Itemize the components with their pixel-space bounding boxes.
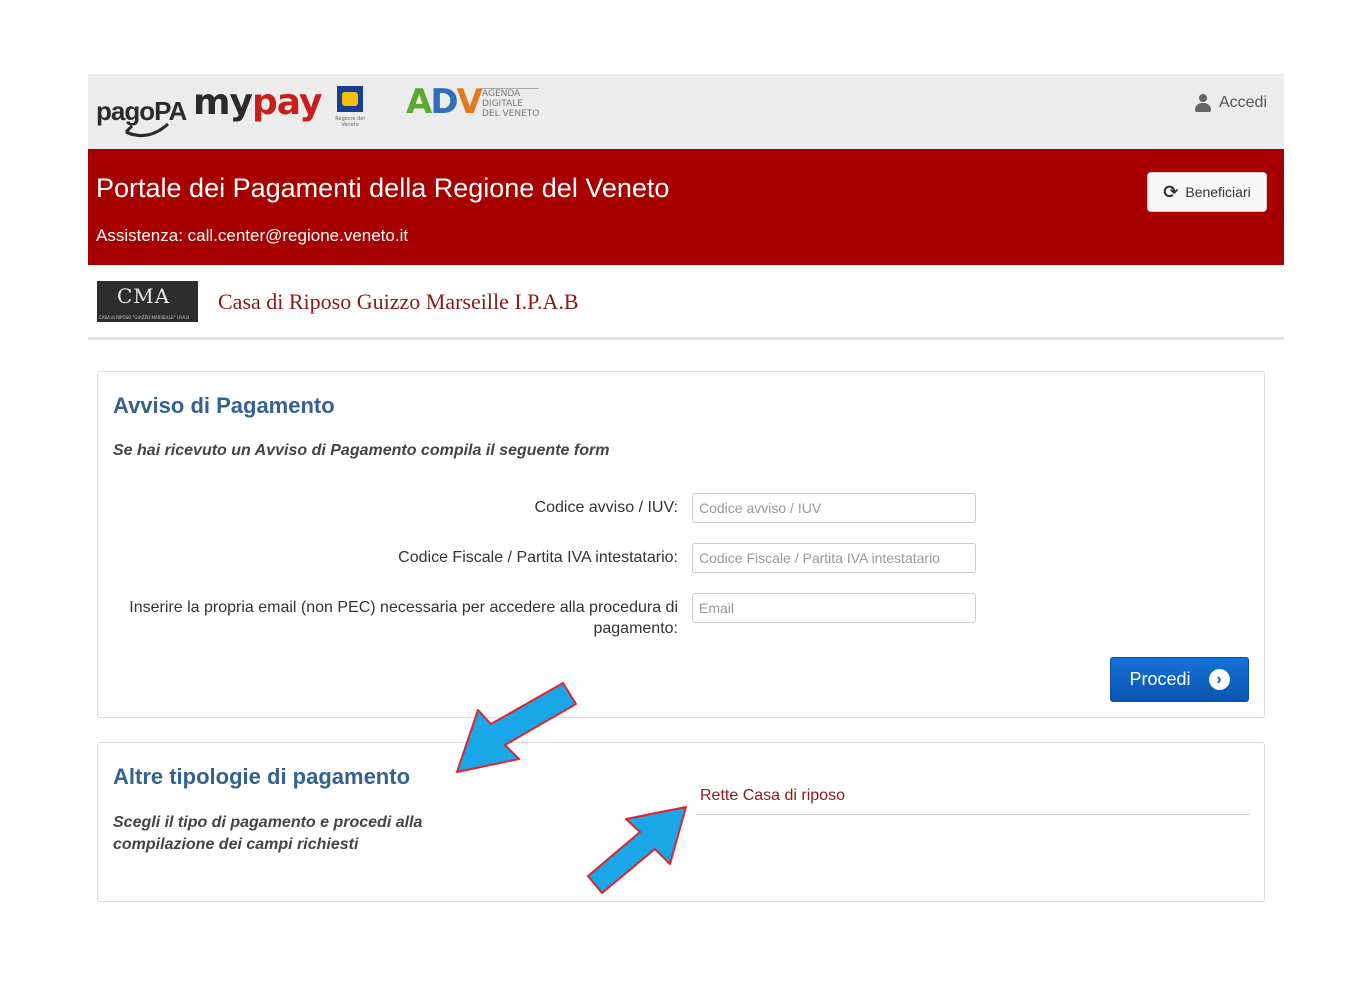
assistance-contact: Assistenza: call.center@regione.veneto.i… [96, 226, 409, 245]
entity-name: Casa di Riposo Guizzo Marseille I.P.A.B [218, 289, 579, 314]
altre-tipologie-panel: Altre tipologie di pagamento Scegli il t… [97, 742, 1265, 902]
entity-header: CMA CASA di RIPOSO "GUIZZO MARSEILLE" I.… [88, 265, 1284, 340]
page: pagoPA mypay Regione del Veneto ADV AGEN… [88, 74, 1284, 902]
iuv-label: Codice avviso / IUV: [534, 499, 678, 516]
refresh-icon: ⟳ [1163, 182, 1179, 202]
codice-fiscale-input[interactable] [692, 543, 976, 573]
login-label: Accedi [1218, 94, 1267, 111]
rette-casa-di-riposo-link[interactable]: Rette Casa di riposo [700, 787, 845, 805]
top-bar: pagoPA mypay Regione del Veneto ADV AGEN… [88, 74, 1284, 149]
procedi-button[interactable]: Procedi › [1110, 657, 1249, 702]
entity-logo: CMA CASA di RIPOSO "GUIZZO MARSEILLE" I.… [97, 281, 198, 322]
altre-subtitle: Scegli il tipo di pagamento e procedi al… [113, 814, 423, 853]
user-icon [1194, 94, 1211, 112]
login-link[interactable]: Accedi [1194, 94, 1267, 112]
altre-title: Altre tipologie di pagamento [113, 764, 411, 789]
iuv-input[interactable] [692, 493, 976, 523]
avviso-subtitle: Se hai ricevuto un Avviso di Pagamento c… [113, 442, 610, 459]
avviso-title: Avviso di Pagamento [113, 393, 335, 418]
regione-veneto-logo: Regione del Veneto [330, 86, 370, 128]
email-input[interactable] [692, 593, 976, 623]
beneficiari-button[interactable]: ⟳ Beneficiari [1147, 172, 1267, 212]
avviso-panel: Avviso di Pagamento Se hai ricevuto un A… [97, 371, 1265, 718]
procedi-label: Procedi [1129, 669, 1191, 689]
pagopa-logo: pagoPA [96, 86, 187, 142]
beneficiari-label: Beneficiari [1185, 184, 1251, 200]
portal-banner: Portale dei Pagamenti della Regione del … [88, 149, 1284, 265]
mypay-logo: mypay [193, 82, 322, 123]
email-label: Inserire la propria email (non PEC) nece… [129, 599, 678, 637]
portal-title: Portale dei Pagamenti della Regione del … [96, 173, 670, 203]
chevron-right-icon: › [1208, 669, 1230, 690]
divider [696, 814, 1250, 815]
codice-fiscale-label: Codice Fiscale / Partita IVA intestatari… [398, 549, 678, 566]
